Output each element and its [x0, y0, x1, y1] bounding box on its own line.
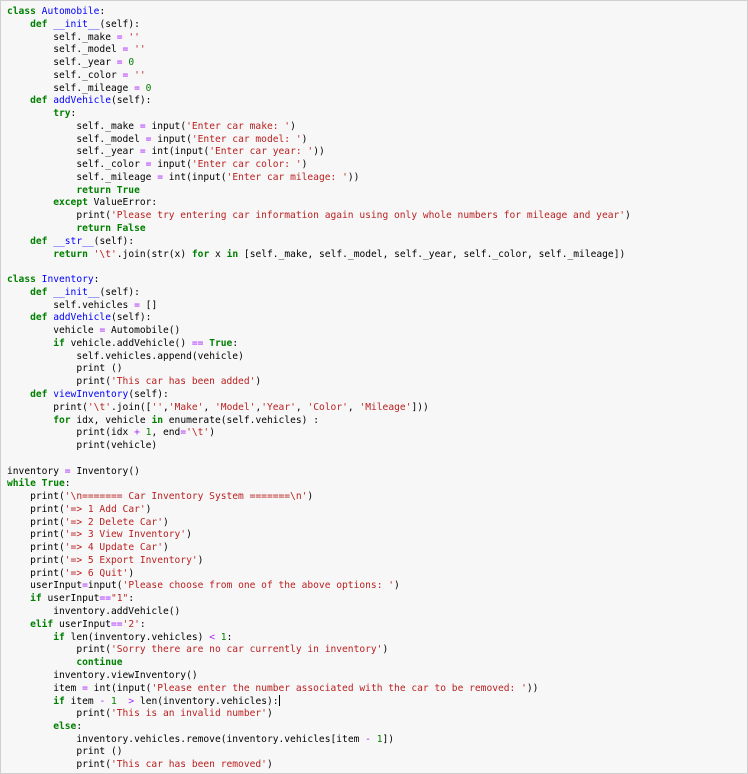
code-line: def __init__(self):	[30, 18, 140, 30]
code-line: def addVehicle(self):	[30, 312, 152, 324]
code-line: print('This is an invalid number')	[76, 708, 273, 720]
code-line: inventory.addVehicle()	[53, 605, 181, 617]
code-line: for idx, vehicle in enumerate(self.vehic…	[53, 414, 319, 426]
code-line: elif userInput=='2':	[30, 618, 146, 630]
code-line: else:	[53, 720, 83, 732]
code-line: print('\n======= Car Inventory System ==…	[30, 491, 314, 503]
code-line: item = int(input('Please enter the numbe…	[53, 682, 539, 694]
text-cursor	[278, 695, 280, 707]
code-line: class Inventory:	[7, 274, 100, 286]
code-editor[interactable]: class Automobile: def __init__(self): se…	[0, 0, 748, 774]
code-line: print('Sorry there are no car currently …	[76, 644, 389, 656]
code-line: def addVehicle(self):	[30, 95, 152, 107]
code-line: print('This car has been added')	[76, 376, 262, 388]
code-line: return False	[76, 223, 146, 235]
code-line: print('=> 2 Delete Car')	[30, 516, 169, 528]
code-line: if item - 1 > len(inventory.vehicles):	[53, 695, 280, 708]
code-line: self._color = input('Enter car color: ')	[76, 159, 308, 171]
code-line: continue	[76, 657, 123, 669]
code-line: print('=> 4 Update Car')	[30, 542, 169, 554]
code-line: print(vehicle)	[76, 440, 158, 452]
code-line: self._mileage = 0	[53, 82, 152, 94]
code-line: inventory.viewInventory()	[53, 669, 198, 681]
code-line: self.vehicles = []	[53, 299, 158, 311]
code-line: self._year = 0	[53, 57, 135, 69]
code-line: self._make = input('Enter car make: ')	[76, 120, 296, 132]
code-line: print('=> 3 View Inventory')	[30, 529, 192, 541]
code-line: self._year = int(input('Enter car year: …	[76, 146, 325, 158]
code-line: def __str__(self):	[30, 235, 135, 247]
code-line: print('=> 6 Quit')	[30, 567, 135, 579]
code-line: print(idx + 1, end='\t')	[76, 427, 215, 439]
code-line: print('This car has been removed')	[76, 759, 273, 771]
code-line: class Automobile:	[7, 6, 106, 17]
code-line: print ()	[76, 363, 123, 375]
code-line: while True:	[7, 478, 71, 490]
code-line: return '\t'.join(str(x) for x in [self._…	[53, 248, 626, 260]
code-line: print ()	[76, 746, 123, 758]
code-line: print('=> 1 Add Car')	[30, 503, 152, 515]
code-line: if vehicle.addVehicle() == True:	[53, 337, 239, 349]
code-line: print('=> 5 Export Inventory')	[30, 554, 204, 566]
code-line: try:	[53, 108, 77, 120]
code-line: print('\t'.join(['','Make', 'Model','Yea…	[53, 401, 429, 413]
code-line: self._model = ''	[53, 44, 146, 56]
code-line: self._mileage = int(input('Enter car mil…	[76, 171, 360, 183]
code-line: if userInput=="1":	[30, 593, 135, 605]
code-line: inventory = Inventory()	[7, 465, 140, 477]
code-line: self._color = ''	[53, 69, 146, 81]
code-line: userInput=input('Please choose from one …	[30, 580, 400, 592]
code-line: except ValueError:	[53, 197, 158, 209]
code-content[interactable]: class Automobile: def __init__(self): se…	[7, 6, 631, 772]
code-line: self.vehicles.append(vehicle)	[76, 350, 244, 362]
code-line: inventory.vehicles.remove(inventory.vehi…	[76, 733, 395, 745]
code-line: self._make = ''	[53, 31, 140, 43]
code-line: if len(inventory.vehicles) < 1:	[53, 631, 233, 643]
code-line: print('Please try entering car informati…	[76, 210, 631, 222]
code-line: def __init__(self):	[30, 286, 140, 298]
code-line: self._model = input('Enter car model: ')	[76, 133, 308, 145]
code-line: vehicle = Automobile()	[53, 325, 181, 337]
code-line: def viewInventory(self):	[30, 388, 169, 400]
code-line: return True	[76, 184, 140, 196]
